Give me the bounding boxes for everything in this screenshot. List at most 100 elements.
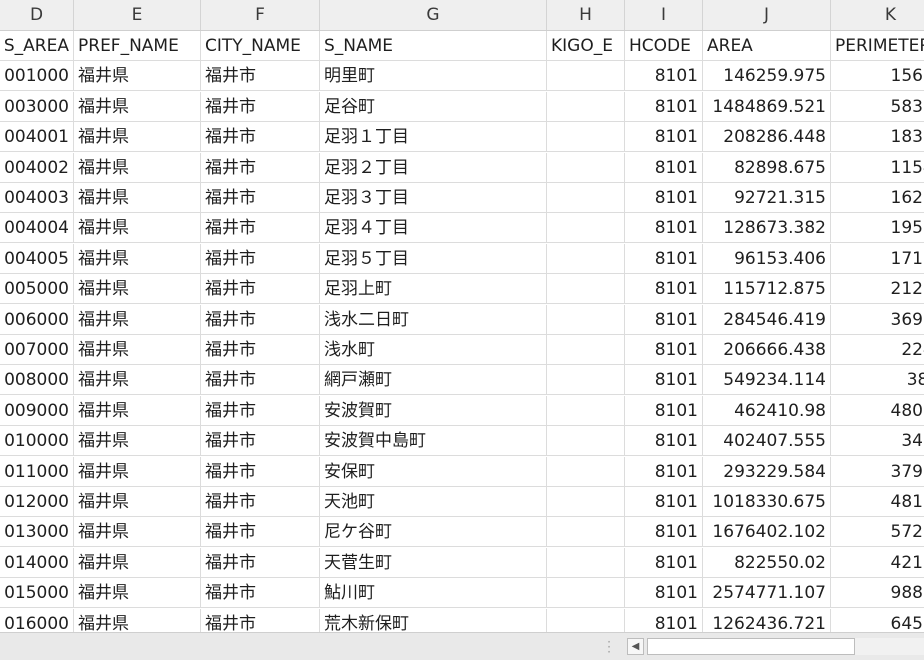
column-header-e[interactable]: E	[74, 0, 201, 30]
cell[interactable]: 福井県	[74, 61, 201, 92]
cell[interactable]	[547, 304, 625, 335]
field-name-cell[interactable]: PERIMETER	[831, 31, 924, 61]
cell[interactable]: 福井市	[201, 61, 320, 92]
cell[interactable]: 2246.	[831, 335, 924, 365]
cell[interactable]: 福井県	[74, 304, 201, 335]
cell[interactable]: 8101	[625, 365, 703, 396]
cell[interactable]: 8101	[625, 122, 703, 153]
cell[interactable]	[547, 456, 625, 487]
cell[interactable]: 福井市	[201, 395, 320, 426]
cell[interactable]: 1951.5	[831, 213, 924, 243]
cell[interactable]	[547, 61, 625, 92]
cell[interactable]: 8101	[625, 335, 703, 365]
cell[interactable]: 福井県	[74, 243, 201, 274]
cell[interactable]: 天菅生町	[320, 547, 547, 578]
cell[interactable]: 8101	[625, 547, 703, 578]
cell[interactable]: 4801.1	[831, 396, 924, 426]
cell[interactable]	[547, 578, 625, 609]
cell[interactable]: 013000	[0, 517, 74, 548]
cell[interactable]: 8101	[625, 608, 703, 632]
cell[interactable]: 足羽１丁目	[320, 122, 547, 153]
cell[interactable]: 安保町	[320, 456, 547, 487]
cell[interactable]: 尼ケ谷町	[320, 517, 547, 548]
cell[interactable]: 8101	[625, 152, 703, 183]
cell[interactable]	[547, 152, 625, 183]
field-name-cell[interactable]: S_AREA	[0, 31, 74, 61]
cell[interactable]: 004001	[0, 122, 74, 153]
cell[interactable]: 1719.0	[831, 244, 924, 274]
cell[interactable]	[547, 608, 625, 632]
cell[interactable]: 福井県	[74, 517, 201, 548]
cell[interactable]: 福井市	[201, 608, 320, 632]
column-header-g[interactable]: G	[320, 0, 547, 30]
sheet-tab-splitter[interactable]: · · ·	[606, 636, 612, 658]
cell[interactable]: 福井県	[74, 608, 201, 632]
cell[interactable]: 1018330.675	[703, 487, 831, 517]
cell[interactable]: 3698.4	[831, 305, 924, 335]
cell[interactable]: 福井県	[74, 547, 201, 578]
cell[interactable]: 001000	[0, 61, 74, 92]
field-name-cell[interactable]: S_NAME	[320, 31, 547, 61]
cell[interactable]: 115712.875	[703, 274, 831, 305]
cell[interactable]: 5725.6	[831, 517, 924, 547]
cell[interactable]: 足羽３丁目	[320, 183, 547, 213]
cell[interactable]: 3893	[831, 365, 924, 395]
cell[interactable]: 3793.7	[831, 457, 924, 487]
cell[interactable]: 3418.	[831, 426, 924, 456]
cell[interactable]: 明里町	[320, 61, 547, 92]
cell[interactable]: 浅水町	[320, 335, 547, 365]
cell[interactable]: 8101	[625, 274, 703, 305]
cell[interactable]: 004002	[0, 152, 74, 183]
field-name-cell[interactable]: HCODE	[625, 31, 703, 61]
cell[interactable]: 5830.6	[831, 92, 924, 122]
cell[interactable]: 1262436.721	[703, 608, 831, 632]
cell[interactable]: 8101	[625, 517, 703, 548]
cell[interactable]: 8101	[625, 395, 703, 426]
cell[interactable]: 92721.315	[703, 183, 831, 213]
cell[interactable]: 福井市	[201, 487, 320, 517]
cell[interactable]: 008000	[0, 365, 74, 396]
cell[interactable]	[547, 274, 625, 305]
cell[interactable]: 8101	[625, 243, 703, 274]
cell[interactable]: 福井市	[201, 122, 320, 153]
horizontal-scroll-thumb[interactable]	[647, 638, 855, 655]
cell[interactable]	[547, 213, 625, 244]
cell[interactable]	[547, 487, 625, 517]
cell[interactable]: 284546.419	[703, 304, 831, 335]
cell[interactable]: 128673.382	[703, 213, 831, 244]
cell[interactable]: 015000	[0, 578, 74, 609]
cell[interactable]	[547, 335, 625, 365]
column-header-i[interactable]: I	[625, 0, 703, 30]
cell[interactable]: 004005	[0, 243, 74, 274]
column-header-d[interactable]: D	[0, 0, 74, 30]
cell[interactable]: 4817.8	[831, 487, 924, 517]
cell[interactable]: 8101	[625, 456, 703, 487]
field-name-cell[interactable]: PREF_NAME	[74, 31, 201, 61]
cell[interactable]: 2129.0	[831, 274, 924, 304]
cell[interactable]: 足谷町	[320, 91, 547, 122]
cell[interactable]: 網戸瀬町	[320, 365, 547, 396]
cell[interactable]: 福井市	[201, 335, 320, 365]
cell[interactable]: 206666.438	[703, 335, 831, 365]
cell[interactable]: 安波賀中島町	[320, 426, 547, 457]
cell[interactable]	[547, 395, 625, 426]
cell[interactable]: 1484869.521	[703, 91, 831, 122]
cell[interactable]: 足羽上町	[320, 274, 547, 305]
cell[interactable]: 004003	[0, 183, 74, 213]
cell[interactable]	[547, 517, 625, 548]
cell[interactable]: 2574771.107	[703, 578, 831, 609]
cell[interactable]: 8101	[625, 61, 703, 92]
cell[interactable]: 福井市	[201, 304, 320, 335]
cell[interactable]	[547, 91, 625, 122]
scroll-left-button[interactable]: ◀	[627, 638, 644, 655]
cell[interactable]: 福井県	[74, 91, 201, 122]
cell[interactable]: 福井県	[74, 365, 201, 396]
cell[interactable]: 005000	[0, 274, 74, 305]
cell[interactable]: 1154.8	[831, 153, 924, 183]
cell[interactable]: 8101	[625, 426, 703, 457]
cell[interactable]: 天池町	[320, 487, 547, 517]
field-name-cell[interactable]: KIGO_E	[547, 31, 625, 61]
horizontal-scroll-track[interactable]	[647, 638, 924, 655]
cell[interactable]: 014000	[0, 547, 74, 578]
cell[interactable]: 006000	[0, 304, 74, 335]
